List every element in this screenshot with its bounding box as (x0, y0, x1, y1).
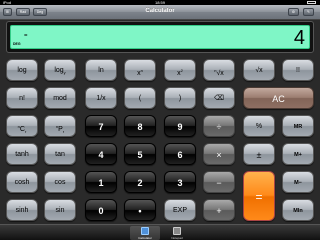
sin-key[interactable]: sin (44, 199, 76, 221)
decimal-point-key[interactable]: • (124, 199, 156, 221)
plus-key[interactable]: + (203, 199, 235, 221)
mod-key[interactable]: mod (44, 87, 76, 109)
backspace-key[interactable]: ⌫ (203, 87, 235, 109)
equals-indicator: = (24, 33, 28, 39)
ln-key[interactable]: ln (85, 59, 117, 81)
all-clear-key[interactable]: AC (243, 87, 314, 109)
tab-notepad[interactable]: Notepad (162, 226, 192, 240)
settings-button[interactable]: ⚙ (288, 8, 299, 16)
digit-2-key[interactable]: 2 (124, 171, 156, 193)
memory-recall-key[interactable]: MR (282, 115, 314, 137)
digit-5-key[interactable]: 5 (124, 143, 156, 165)
permutation-key[interactable]: nPr (44, 115, 76, 137)
memory-subtract-key[interactable]: M− (282, 171, 314, 193)
equals-key[interactable]: = (243, 171, 275, 221)
nth-root-key[interactable]: n√x (203, 59, 235, 81)
page-title: Calculator (145, 8, 175, 14)
factorial-key[interactable]: n! (6, 87, 38, 109)
percent-key[interactable]: % (243, 115, 275, 137)
digit-4-key[interactable]: 4 (85, 143, 117, 165)
memory-add-key[interactable]: M+ (282, 143, 314, 165)
tab-bar: Calculator Notepad (0, 224, 320, 240)
backspace-icon: ⌫ (214, 95, 224, 102)
log-key[interactable]: log (6, 59, 38, 81)
digit-3-key[interactable]: 3 (164, 171, 196, 193)
tab-label: Calculator (138, 236, 152, 240)
edit-button[interactable]: ✎ (303, 8, 314, 16)
navigation-bar: ⊞ Rad Deg Calculator ⚙ ✎ (0, 5, 320, 20)
exp-key[interactable]: EXP (164, 199, 196, 221)
display-value: 4 (293, 27, 305, 49)
tan-key[interactable]: tan (44, 143, 76, 165)
digit-8-key[interactable]: 8 (124, 115, 156, 137)
notepad-icon (173, 227, 181, 235)
sinh-key[interactable]: sinh (6, 199, 38, 221)
calculator-icon (141, 227, 149, 235)
tab-calculator[interactable]: Calculator (130, 226, 160, 240)
tanh-key[interactable]: tanh (6, 143, 38, 165)
square-root-key[interactable]: √x (243, 59, 275, 81)
digit-1-key[interactable]: 1 (85, 171, 117, 193)
multiply-key[interactable]: × (203, 143, 235, 165)
cos-key[interactable]: cos (44, 171, 76, 193)
digit-6-key[interactable]: 6 (164, 143, 196, 165)
battery-icon (307, 1, 316, 4)
combination-key[interactable]: nCr (6, 115, 38, 137)
x-squared-key[interactable]: x2 (164, 59, 196, 81)
divide-key[interactable]: ÷ (203, 115, 235, 137)
cosh-key[interactable]: cosh (6, 171, 38, 193)
digit-0-key[interactable]: 0 (85, 199, 117, 221)
double-factorial-key[interactable]: !! (282, 59, 314, 81)
x-power-n-key[interactable]: xn (124, 59, 156, 81)
display-frame: = DEG 4 (6, 21, 314, 53)
keypad: log logy ln xn x2 n√x √x !! n! mod 1/x (… (0, 54, 320, 224)
lcd-screen: = DEG 4 (10, 25, 310, 49)
digit-9-key[interactable]: 9 (164, 115, 196, 137)
close-paren-key[interactable]: ) (164, 87, 196, 109)
minus-key[interactable]: − (203, 171, 235, 193)
plus-minus-key[interactable]: ± (243, 143, 275, 165)
digit-7-key[interactable]: 7 (85, 115, 117, 137)
logy-key[interactable]: logy (44, 59, 76, 81)
open-paren-key[interactable]: ( (124, 87, 156, 109)
reciprocal-key[interactable]: 1/x (85, 87, 117, 109)
tab-label: Notepad (171, 236, 183, 240)
memory-in-key[interactable]: MIn (282, 199, 314, 221)
angle-mode-indicator: DEG (13, 42, 21, 46)
